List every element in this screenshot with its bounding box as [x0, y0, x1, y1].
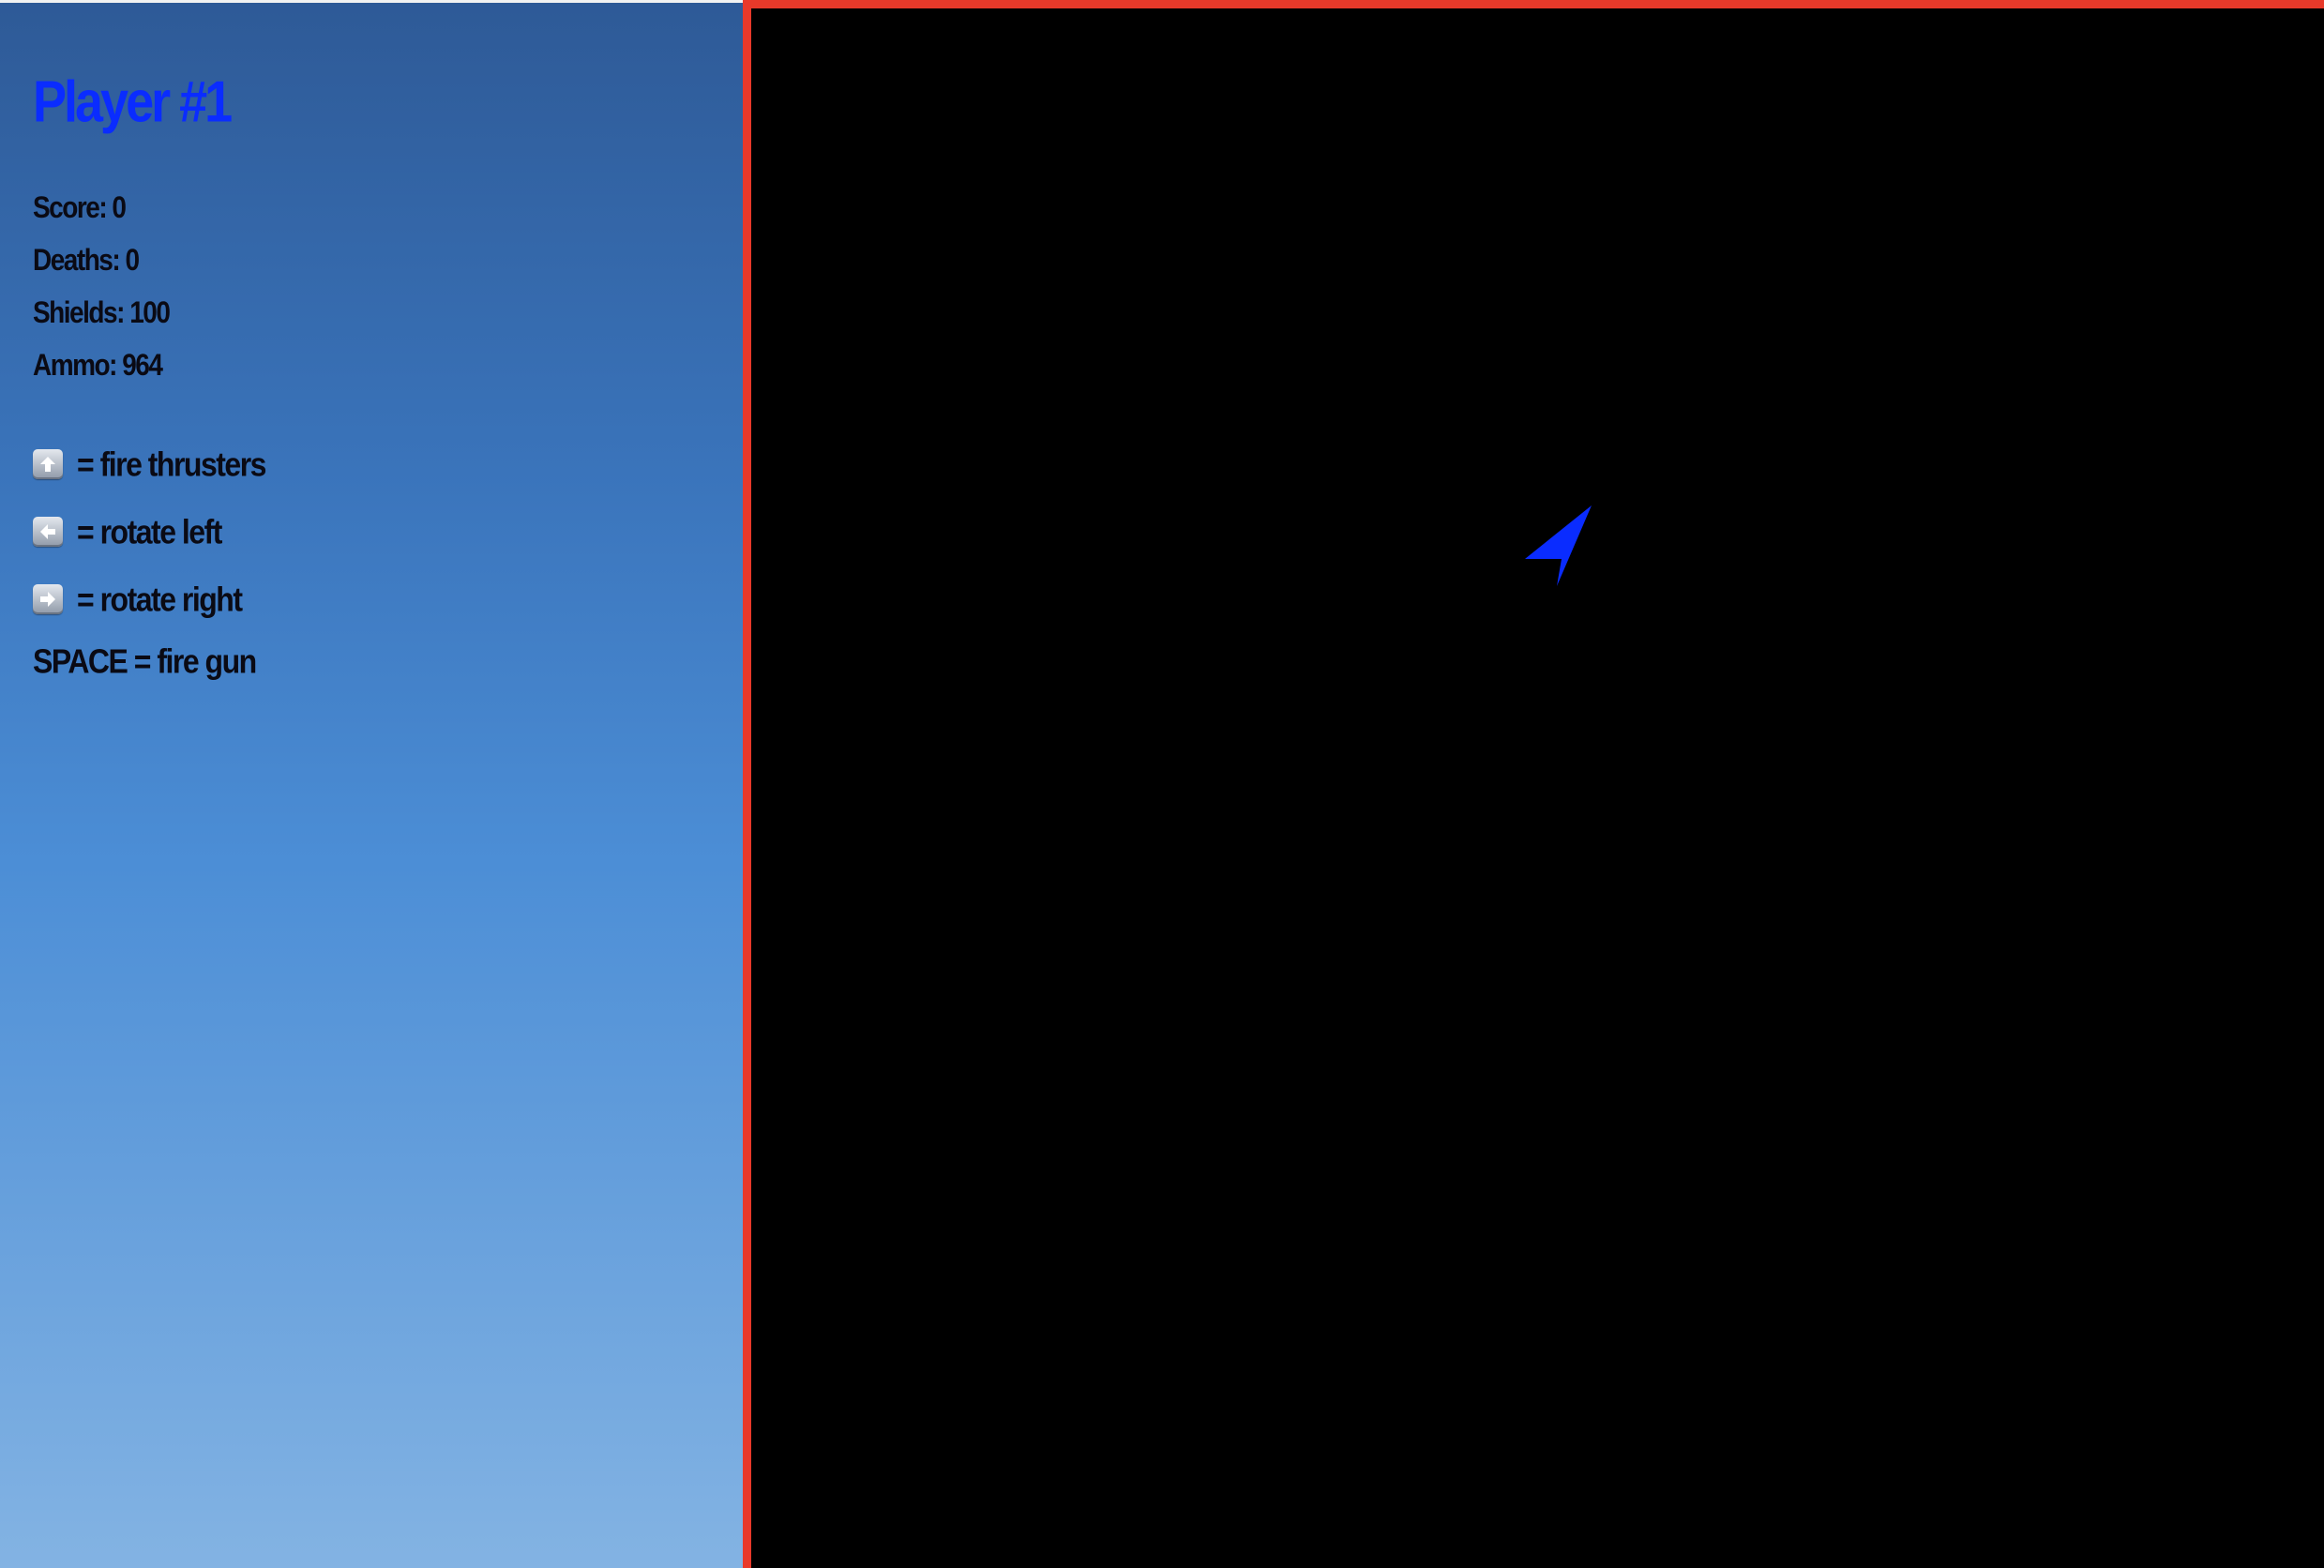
arrow-right-key-icon: [33, 584, 63, 614]
ammo-stat: Ammo: 964: [33, 348, 163, 382]
score-stat: Score: 0: [33, 190, 127, 224]
arrow-left-key-icon: [33, 517, 63, 547]
deaths-stat: Deaths: 0: [33, 243, 140, 277]
control-thrusters-label: = fire thrusters: [77, 445, 266, 483]
game-arena[interactable]: [743, 0, 2324, 1568]
control-rotate-right: = rotate right: [33, 580, 243, 618]
control-rotate-left: = rotate left: [33, 512, 222, 550]
control-thrusters: = fire thrusters: [33, 445, 266, 483]
shields-stat: Shields: 100: [33, 295, 171, 329]
control-rotate-right-label: = rotate right: [77, 580, 243, 618]
control-fire-gun: SPACE = fire gun: [33, 642, 257, 681]
player-title: Player #1: [33, 69, 233, 135]
control-rotate-left-label: = rotate left: [77, 512, 222, 550]
player-panel: Player #1 Score: 0 Deaths: 0 Shields: 10…: [0, 0, 743, 1568]
ship-icon: [1525, 505, 1592, 586]
arrow-up-key-icon: [33, 449, 63, 479]
